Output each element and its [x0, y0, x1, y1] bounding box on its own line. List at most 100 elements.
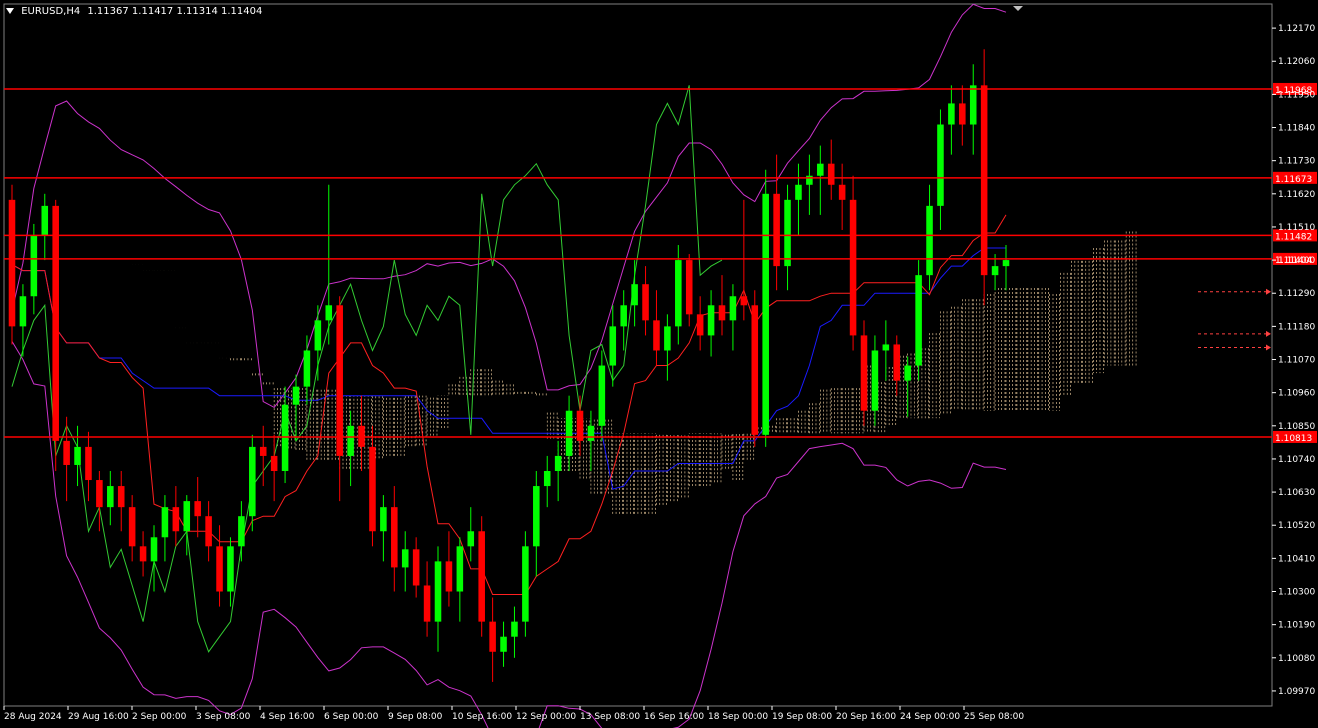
candle-body: [259, 446, 267, 456]
candle-body: [8, 199, 16, 327]
y-tick-label: 1.10520: [1278, 521, 1315, 531]
y-tick-label: 1.12170: [1278, 24, 1315, 34]
y-tick-label: 1.09970: [1278, 687, 1315, 697]
candle-body: [281, 404, 289, 471]
pending-arrow-icon: [1266, 330, 1271, 337]
candle-body: [598, 365, 606, 426]
bollinger-lower-line: [11, 341, 1007, 728]
candle-body: [729, 296, 737, 321]
candle-body: [117, 486, 125, 508]
candle-body: [980, 85, 988, 276]
candle-body: [292, 386, 300, 405]
candle-body: [401, 549, 409, 568]
candle-body: [543, 470, 551, 487]
x-tick-label: 25 Sep 08:00: [964, 712, 1024, 722]
x-tick-label: 28 Aug 2024: [4, 712, 62, 722]
candle-body: [391, 507, 398, 568]
candle-body: [216, 546, 223, 592]
candle-body: [751, 305, 759, 435]
candle-body: [128, 507, 136, 547]
candle-body: [718, 305, 726, 321]
candle-body: [675, 260, 682, 327]
candle-body: [347, 425, 354, 456]
pending-arrow-icon: [1266, 344, 1271, 351]
candle-body: [96, 480, 103, 508]
candle-body: [380, 507, 387, 532]
candle-body: [631, 284, 638, 306]
candle-body: [150, 537, 158, 562]
candle-body: [609, 326, 617, 366]
y-tick-label: 1.10960: [1278, 389, 1315, 399]
plot-frame: [3, 3, 1273, 707]
price-tag-label: 1.11482: [1275, 232, 1312, 242]
candle-body: [707, 305, 715, 336]
candle-body: [30, 235, 38, 297]
candle-body: [937, 124, 944, 206]
y-tick-label: 1.11620: [1278, 190, 1315, 200]
candle-body: [871, 350, 879, 411]
pending-arrow-icon: [1266, 288, 1271, 295]
candle-body: [773, 193, 780, 267]
y-tick-label: 1.10740: [1278, 455, 1315, 465]
y-tick-label: 1.10080: [1278, 654, 1315, 664]
candle-body: [915, 275, 922, 366]
y-tick-label: 1.10190: [1278, 621, 1315, 631]
x-tick-label: 29 Aug 16:00: [68, 712, 129, 722]
candle-body: [696, 314, 704, 336]
candle-body: [587, 425, 595, 441]
candle-body: [762, 193, 769, 435]
y-tick-label: 1.10630: [1278, 488, 1315, 498]
candle-body: [565, 410, 573, 456]
chart-shift-icon[interactable]: [1013, 6, 1023, 11]
candle-body: [63, 440, 70, 465]
y-tick-label: 1.10410: [1278, 554, 1315, 564]
candle-body: [85, 446, 92, 481]
candle-body: [806, 175, 813, 185]
candle-body: [369, 446, 376, 532]
chart-area[interactable]: EURUSD,H4 1.11367 1.11417 1.11314 1.1140…: [0, 0, 1318, 728]
price-tag-label: 1.11673: [1275, 175, 1312, 185]
candle-body: [172, 507, 180, 532]
y-tick-label: 1.10850: [1278, 422, 1315, 432]
y-tick-label: 1.11730: [1278, 157, 1315, 167]
candle-body: [412, 549, 420, 586]
y-tick-label: 1.11840: [1278, 124, 1315, 134]
y-tick-label: 1.12060: [1278, 57, 1315, 67]
candle-body: [926, 205, 933, 276]
bollinger-upper-line: [11, 3, 1007, 409]
candle-body: [685, 260, 693, 315]
x-tick-label: 20 Sep 16:00: [836, 712, 896, 722]
candle-body: [74, 446, 81, 465]
candle-body: [948, 103, 955, 125]
y-tick-label: 1.10300: [1278, 588, 1315, 598]
candle-body: [249, 446, 256, 517]
y-tick-label: 1.11180: [1278, 322, 1315, 332]
candle-body: [522, 546, 529, 622]
dropdown-triangle-icon[interactable]: [6, 8, 14, 14]
candle-body: [653, 320, 660, 351]
candle-body: [893, 344, 901, 381]
x-tick-label: 6 Sep 00:00: [324, 712, 379, 722]
candle-body: [795, 184, 802, 200]
y-tick-label: 1.11400: [1278, 256, 1315, 266]
candle-body: [238, 516, 245, 547]
x-tick-label: 12 Sep 00:00: [516, 712, 576, 722]
x-tick-label: 2 Sep 00:00: [132, 712, 187, 722]
chart-svg: 1.119681.116731.114821.114041.108131.121…: [3, 3, 1317, 728]
x-tick-label: 3 Sep 08:00: [196, 712, 251, 722]
ohlc-label: 1.11367 1.11417 1.11314 1.11404: [87, 6, 263, 17]
x-tick-label: 19 Sep 08:00: [772, 712, 832, 722]
candle-body: [740, 296, 748, 306]
symbol-label: EURUSD,H4: [21, 6, 81, 17]
candle-body: [270, 455, 278, 471]
candle-body: [849, 199, 857, 336]
candle-body: [827, 163, 835, 185]
candle-body: [642, 284, 649, 321]
x-tick-label: 9 Sep 08:00: [388, 712, 443, 722]
candle-body: [882, 344, 890, 351]
candle-body: [41, 205, 49, 236]
candle-body: [107, 486, 114, 508]
candle-body: [314, 320, 322, 351]
candle-body: [303, 350, 311, 387]
chikou-line: [11, 85, 723, 653]
